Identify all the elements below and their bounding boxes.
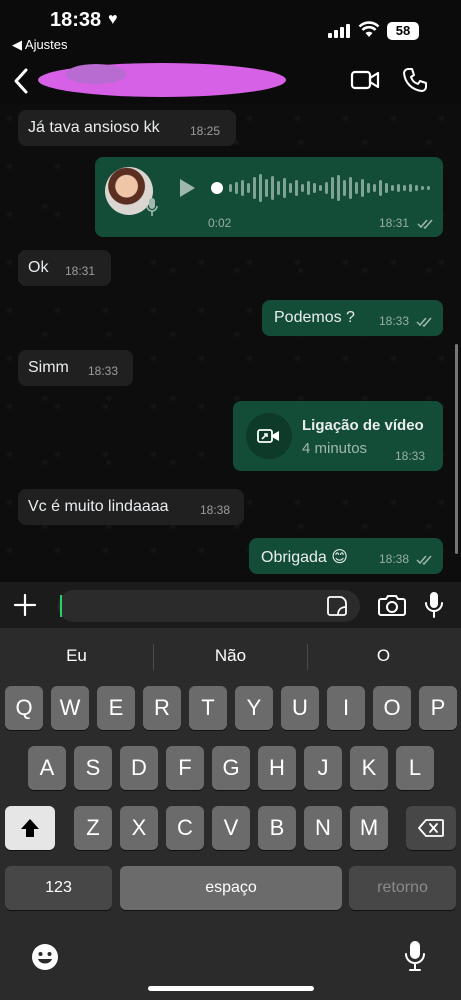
key-e[interactable]: E: [97, 686, 135, 730]
key-f[interactable]: F: [166, 746, 204, 790]
read-ticks-icon: [417, 219, 433, 229]
key-n[interactable]: N: [304, 806, 342, 850]
read-ticks-icon: [416, 317, 432, 327]
call-duration: 4 minutos: [302, 440, 368, 457]
key-z[interactable]: Z: [74, 806, 112, 850]
text-caret: [60, 595, 62, 617]
message-incoming[interactable]: Ok 18:31: [18, 250, 111, 286]
key-s[interactable]: S: [74, 746, 112, 790]
key-d[interactable]: D: [120, 746, 158, 790]
audio-waveform[interactable]: [227, 171, 437, 205]
call-title: Ligação de vídeo: [302, 417, 424, 434]
key-l[interactable]: L: [396, 746, 434, 790]
camera-icon[interactable]: [378, 593, 406, 617]
key-g[interactable]: G: [212, 746, 250, 790]
message-time: 18:33: [395, 449, 426, 463]
message-time: 18:25: [190, 124, 221, 138]
key-u[interactable]: U: [281, 686, 319, 730]
message-outgoing[interactable]: Obrigada 😊 18:38: [249, 538, 443, 574]
keyboard: Eu Não O Q W E R T Y U I O P A S D F G H…: [0, 628, 461, 1000]
signal-icon: [328, 24, 352, 38]
play-icon[interactable]: [177, 177, 197, 199]
mic-icon[interactable]: [424, 591, 444, 619]
key-w[interactable]: W: [51, 686, 89, 730]
key-t[interactable]: T: [189, 686, 227, 730]
message-outgoing[interactable]: Podemos ? 18:33: [262, 300, 443, 336]
wifi-icon: [358, 21, 380, 37]
message-text: Ok: [28, 259, 49, 276]
message-text: Obrigada 😊: [261, 549, 348, 566]
message-time: 18:31: [65, 264, 96, 278]
phone-icon[interactable]: [402, 67, 428, 93]
shift-icon: [21, 819, 39, 837]
back-to-app-link[interactable]: ◀ Ajustes: [12, 37, 68, 53]
home-indicator[interactable]: [148, 986, 314, 991]
message-input[interactable]: [58, 590, 360, 622]
message-time: 18:33: [88, 364, 119, 378]
back-chevron-icon[interactable]: [10, 66, 34, 96]
key-c[interactable]: C: [166, 806, 204, 850]
mic-icon: [146, 198, 158, 216]
video-call-icon[interactable]: [350, 68, 380, 92]
suggestion-divider: [153, 644, 154, 670]
heart-icon: ♥: [108, 11, 118, 28]
contact-name-redaction[interactable]: [36, 60, 288, 100]
message-time: 18:38: [379, 552, 410, 566]
chat-scrollbar[interactable]: [455, 344, 458, 554]
key-k[interactable]: K: [350, 746, 388, 790]
key-y[interactable]: Y: [235, 686, 273, 730]
dictation-mic-icon[interactable]: [404, 940, 426, 972]
predictive-suggestions: Eu Não O: [0, 628, 461, 684]
key-h[interactable]: H: [258, 746, 296, 790]
chat-header: [0, 58, 461, 104]
suggestion-item[interactable]: O: [337, 646, 430, 666]
message-text: Podemos ?: [274, 309, 355, 326]
key-j[interactable]: J: [304, 746, 342, 790]
key-b[interactable]: B: [258, 806, 296, 850]
key-p[interactable]: P: [419, 686, 457, 730]
key-r[interactable]: R: [143, 686, 181, 730]
audio-progress-dot[interactable]: [211, 182, 223, 194]
message-time: 18:33: [379, 314, 410, 328]
sticker-icon[interactable]: [326, 595, 348, 617]
suggestion-divider: [307, 644, 308, 670]
message-incoming[interactable]: Simm 18:33: [18, 350, 133, 386]
backspace-icon: [418, 819, 444, 837]
space-key[interactable]: espaço: [120, 866, 342, 910]
status-bar: 18:38 ♥ ◀ Ajustes 58: [0, 0, 461, 58]
status-time: 18:38: [50, 9, 102, 31]
message-text: Já tava ansioso kk: [28, 119, 160, 136]
message-time: 18:31: [379, 216, 410, 230]
read-ticks-icon: [416, 555, 432, 565]
key-o[interactable]: O: [373, 686, 411, 730]
suggestion-item[interactable]: Eu: [30, 646, 123, 666]
return-key[interactable]: retorno: [349, 866, 456, 910]
message-incoming[interactable]: Vc é muito lindaaaa 18:38: [18, 489, 244, 525]
key-m[interactable]: M: [350, 806, 388, 850]
shift-key[interactable]: [5, 806, 55, 850]
message-text: Simm: [28, 359, 69, 376]
audio-duration: 0:02: [208, 216, 232, 230]
plus-icon[interactable]: [12, 592, 38, 618]
emoji-icon[interactable]: [30, 942, 60, 972]
key-x[interactable]: X: [120, 806, 158, 850]
video-call-arrow-icon: [257, 429, 279, 443]
suggestion-item[interactable]: Não: [184, 646, 277, 666]
backspace-key[interactable]: [406, 806, 456, 850]
key-a[interactable]: A: [28, 746, 66, 790]
message-outgoing-audio[interactable]: 0:02 18:31: [95, 157, 443, 237]
numbers-key[interactable]: 123: [5, 866, 112, 910]
message-text: Vc é muito lindaaaa: [28, 498, 169, 515]
message-incoming[interactable]: Já tava ansioso kk 18:25: [18, 110, 236, 146]
chat-messages-area[interactable]: Já tava ansioso kk 18:25 0:02 18:31 Ok 1…: [0, 104, 461, 582]
key-v[interactable]: V: [212, 806, 250, 850]
message-time: 18:38: [200, 503, 231, 517]
battery-indicator: 58: [387, 22, 419, 40]
message-outgoing-video-call[interactable]: Ligação de vídeo 4 minutos 18:33: [233, 401, 443, 471]
key-i[interactable]: I: [327, 686, 365, 730]
key-q[interactable]: Q: [5, 686, 43, 730]
message-input-bar: [0, 582, 461, 628]
